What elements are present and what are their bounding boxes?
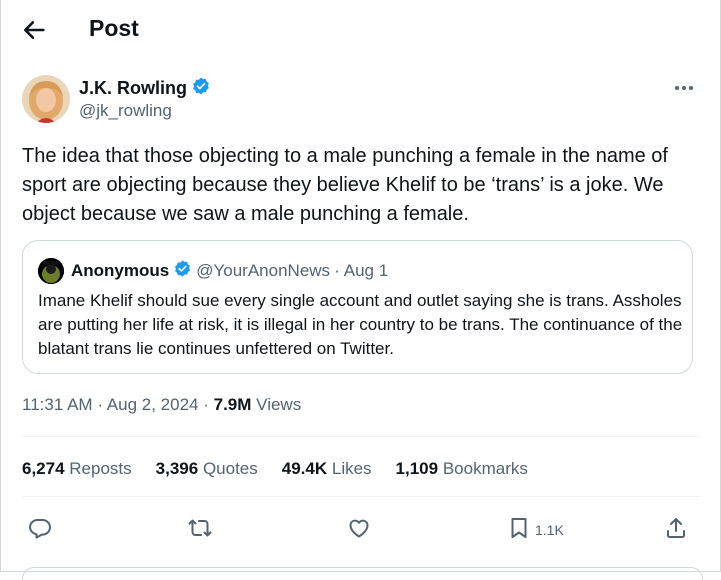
divider — [22, 436, 701, 437]
quote-verified-badge-icon — [173, 259, 192, 283]
share-icon — [664, 516, 688, 545]
bookmark-button[interactable]: 1.1K — [507, 512, 564, 548]
stat-reposts[interactable]: 6,274 Reposts — [22, 459, 132, 479]
views-separator: · — [203, 395, 209, 414]
tweet-date[interactable]: Aug 2, 2024 — [107, 395, 199, 414]
bookmark-icon — [507, 516, 531, 545]
quoted-tweet[interactable]: Anonymous @YourAnonNews · Aug 1 Imane Kh… — [22, 240, 693, 374]
divider — [22, 496, 701, 497]
stat-label: Reposts — [69, 459, 132, 478]
like-icon — [347, 516, 371, 545]
bookmark-count: 1.1K — [535, 522, 564, 538]
quote-separator: · — [334, 261, 340, 280]
views-count: 7.9M — [213, 395, 252, 414]
tweet-time[interactable]: 11:31 AM — [22, 395, 93, 414]
engagement-stats: 6,274 Reposts 3,396 Quotes 49.4K Likes 1… — [22, 459, 552, 479]
reply-button[interactable] — [28, 512, 52, 548]
back-arrow-icon[interactable] — [20, 16, 48, 44]
tweet-timestamp: 11:31 AM · Aug 2, 2024 · 7.9M Views — [22, 395, 301, 415]
avatar[interactable] — [22, 75, 70, 123]
stat-bookmarks[interactable]: 1,109 Bookmarks — [396, 459, 528, 479]
stat-count: 3,396 — [155, 459, 199, 478]
quote-date: Aug 1 — [343, 261, 389, 280]
stat-count: 49.4K — [281, 459, 328, 478]
time-separator: · — [97, 395, 103, 414]
reply-composer-edge — [22, 567, 703, 580]
like-button[interactable] — [347, 512, 371, 548]
reply-icon — [28, 516, 52, 545]
author-name[interactable]: J.K. Rowling — [79, 78, 187, 99]
quote-text: Imane Khelif should sue every single acc… — [38, 291, 683, 358]
share-button[interactable] — [664, 512, 688, 548]
stat-label: Likes — [331, 459, 372, 478]
action-bar: 1.1K — [22, 512, 692, 548]
tweet-text: The idea that those objecting to a male … — [22, 145, 668, 225]
more-options-icon[interactable] — [672, 78, 696, 98]
author-handle[interactable]: @jk_rowling — [79, 101, 172, 121]
author-name-row: J.K. Rowling — [79, 76, 211, 101]
stat-likes[interactable]: 49.4K Likes — [282, 459, 372, 479]
stat-count: 6,274 — [22, 459, 65, 478]
views-label: Views — [256, 395, 302, 414]
quote-avatar — [38, 258, 64, 284]
stat-label: Bookmarks — [442, 459, 528, 478]
quote-author-handle: @YourAnonNews — [196, 261, 331, 280]
stat-count: 1,109 — [395, 459, 439, 478]
post-header: Post — [0, 0, 721, 60]
quote-author-name: Anonymous — [71, 261, 170, 280]
repost-icon — [188, 516, 212, 545]
stat-quotes[interactable]: 3,396 Quotes — [156, 459, 258, 479]
stat-label: Quotes — [202, 459, 258, 478]
quote-header: Anonymous @YourAnonNews · Aug 1 — [71, 259, 388, 283]
page-title: Post — [89, 15, 139, 41]
repost-button[interactable] — [188, 512, 212, 548]
verified-badge-icon — [191, 76, 211, 101]
